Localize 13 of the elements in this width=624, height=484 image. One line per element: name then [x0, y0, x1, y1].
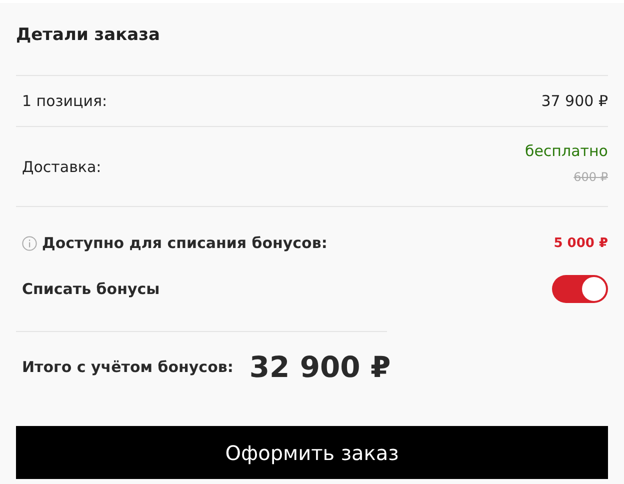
- section-title: Детали заказа: [16, 24, 161, 47]
- use-bonus-label: Списать бонусы: [22, 280, 160, 298]
- bonus-available-label: Доступно для списания бонусов:: [42, 234, 328, 252]
- delivery-label: Доставка:: [22, 158, 102, 176]
- items-price: 37 900 ₽: [541, 92, 608, 110]
- bonus-amount: 5 000 ₽: [554, 236, 608, 250]
- delivery-price: бесплатно: [524, 142, 608, 160]
- total-price: 32 900 ₽: [249, 350, 391, 384]
- total-label: Итого с учётом бонусов:: [22, 358, 234, 376]
- bonus-toggle[interactable]: [552, 275, 608, 303]
- old-delivery-price: 600 ₽: [574, 170, 608, 184]
- items-label: 1 позиция:: [22, 92, 108, 110]
- checkout-button[interactable]: Оформить заказ: [16, 426, 608, 479]
